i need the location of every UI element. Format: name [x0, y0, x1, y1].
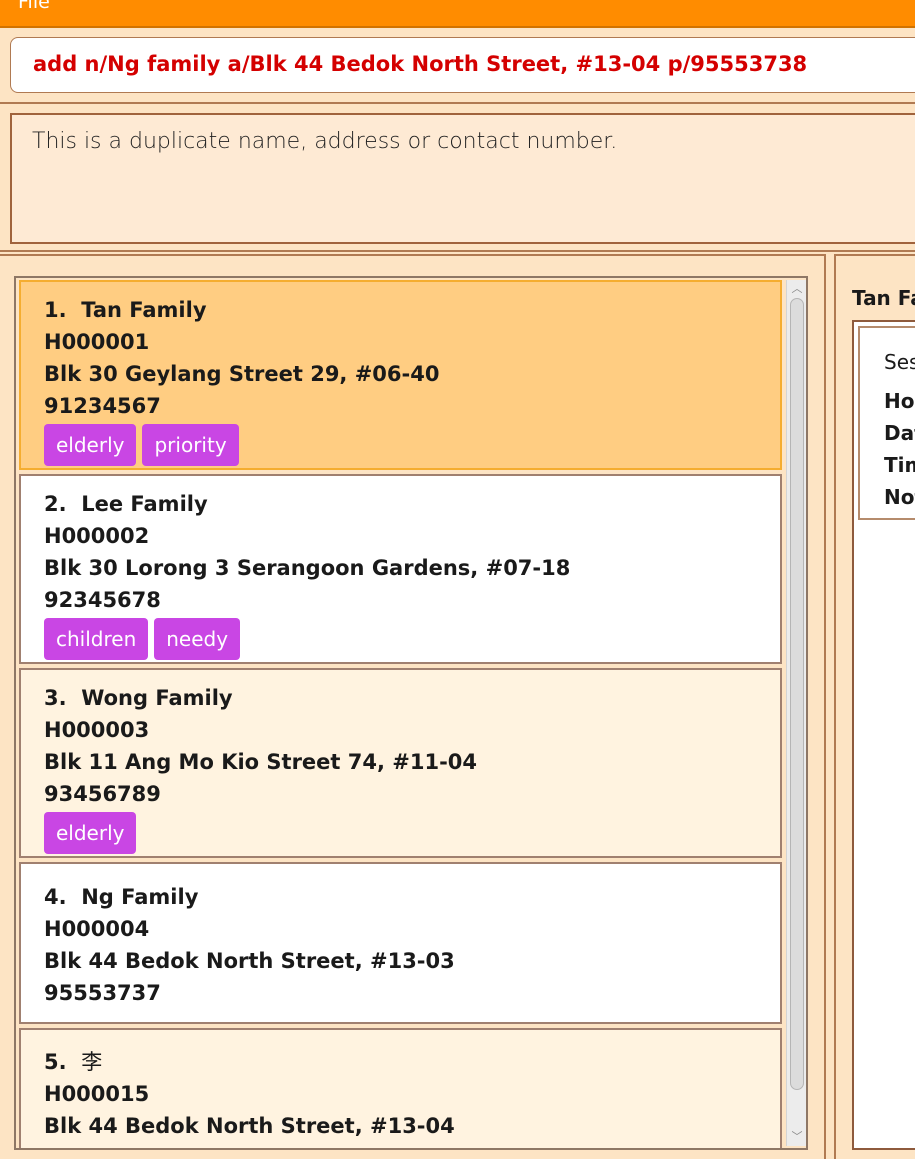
menu-file[interactable]: File: [18, 0, 50, 13]
household-address: Blk 44 Bedok North Street, #13-04: [44, 1114, 455, 1138]
household-name: 2. Lee Family: [44, 492, 208, 516]
household-id: H000002: [44, 524, 150, 548]
household-name: 3. Wong Family: [44, 686, 233, 710]
scroll-down-arrow-icon[interactable]: ﹀: [791, 1131, 803, 1143]
tag-elderly: elderly: [44, 812, 137, 854]
household-phone: 92345678: [44, 588, 161, 612]
command-area: add n/Ng family a/Blk 44 Bedok North Str…: [0, 30, 915, 104]
session-date: Dat: [884, 421, 915, 445]
menu-bar: File: [0, 0, 915, 28]
household-name: 1. Tan Family: [44, 298, 207, 322]
tag-priority: priority: [142, 424, 239, 466]
command-input[interactable]: add n/Ng family a/Blk 44 Bedok North Str…: [10, 37, 915, 93]
household-card-3[interactable]: 3. Wong Family H000003 Blk 11 Ang Mo Kio…: [19, 668, 782, 858]
result-area: This is a duplicate name, address or con…: [0, 104, 915, 252]
session-card[interactable]: Sess Hou Dat Tim Not: [858, 326, 915, 520]
list-scrollbar[interactable]: ︿ ﹀: [786, 280, 806, 1146]
scroll-thumb[interactable]: [790, 298, 804, 1090]
session-household: Hou: [884, 389, 915, 413]
household-list: 1. Tan Family H000001 Blk 30 Geylang Str…: [14, 276, 808, 1150]
result-message: This is a duplicate name, address or con…: [32, 129, 618, 154]
tag-needy: needy: [154, 618, 241, 660]
household-detail-panel: Tan Fa Sess Hou Dat Tim Not: [834, 254, 915, 1159]
household-phone: 93456789: [44, 782, 161, 806]
tag-elderly: elderly: [44, 424, 137, 466]
command-text: add n/Ng family a/Blk 44 Bedok North Str…: [33, 52, 808, 76]
detail-title: Tan Fa: [852, 286, 915, 310]
household-name: 4. Ng Family: [44, 885, 199, 909]
household-id: H000003: [44, 718, 150, 742]
household-phone: 91234567: [44, 394, 161, 418]
household-id: H000001: [44, 330, 150, 354]
household-card-1[interactable]: 1. Tan Family H000001 Blk 30 Geylang Str…: [19, 280, 782, 470]
household-card-2[interactable]: 2. Lee Family H000002 Blk 30 Lorong 3 Se…: [19, 474, 782, 664]
household-card-5[interactable]: 5. 李 H000015 Blk 44 Bedok North Street, …: [19, 1028, 782, 1148]
household-id: H000015: [44, 1082, 150, 1106]
household-list-panel: 1. Tan Family H000001 Blk 30 Geylang Str…: [0, 254, 826, 1159]
result-display: This is a duplicate name, address or con…: [10, 113, 915, 244]
household-phone: 95553737: [44, 981, 161, 1005]
session-header: Sess: [884, 350, 915, 374]
household-address: Blk 11 Ang Mo Kio Street 74, #11-04: [44, 750, 478, 774]
tag-children: children: [44, 618, 149, 660]
household-address: Blk 44 Bedok North Street, #13-03: [44, 949, 455, 973]
household-address: Blk 30 Lorong 3 Serangoon Gardens, #07-1…: [44, 556, 571, 580]
household-address: Blk 30 Geylang Street 29, #06-40: [44, 362, 440, 386]
detail-frame: Sess Hou Dat Tim Not: [852, 320, 915, 1150]
household-id: H000004: [44, 917, 150, 941]
household-card-4[interactable]: 4. Ng Family H000004 Blk 44 Bedok North …: [19, 862, 782, 1024]
session-time: Tim: [884, 453, 915, 477]
scroll-up-arrow-icon[interactable]: ︿: [791, 283, 803, 295]
household-name: 5. 李: [44, 1050, 103, 1074]
session-notes: Not: [884, 485, 915, 509]
